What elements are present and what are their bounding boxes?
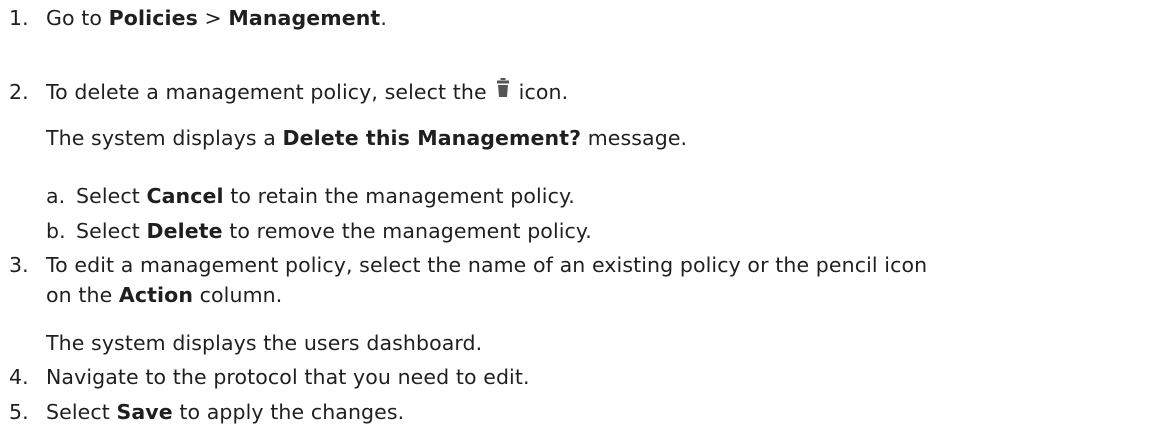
- step-1-text: Go to Policies > Management.: [46, 8, 387, 29]
- step-4-number: 4.: [9, 365, 29, 389]
- step-1-policies-label: Policies: [108, 6, 198, 30]
- substep-b-post: to remove the management policy.: [222, 219, 592, 243]
- substep-b-pre: Select: [76, 219, 147, 243]
- step-3-line-1: To edit a management policy, select the …: [46, 253, 928, 277]
- step-2-result-post: message.: [581, 126, 688, 150]
- step-4-text: Navigate to the protocol that you need t…: [46, 365, 530, 389]
- step-1-number: 1.: [9, 6, 29, 30]
- step-2-pre: To delete a management policy, select th…: [46, 80, 487, 104]
- step-2-result-pre: The system displays a: [46, 126, 283, 150]
- substep-a-cancel-label: Cancel: [146, 184, 224, 208]
- step-2-result: The system displays a Delete this Manage…: [46, 128, 687, 149]
- substep-b-text: Select Delete to remove the management p…: [76, 221, 592, 242]
- step-3-line-2: on the Action column.: [46, 285, 282, 306]
- step-5-save-label: Save: [116, 400, 173, 424]
- step-3-line-2-pre: on the: [46, 283, 119, 307]
- step-1-post: .: [380, 6, 387, 30]
- substep-a-letter: a.: [46, 184, 66, 208]
- step-2-result-message: Delete this Management?: [282, 126, 582, 150]
- step-1-separator: >: [197, 6, 229, 30]
- step-5-post: to apply the changes.: [172, 400, 405, 424]
- step-1-management-label: Management: [228, 6, 381, 30]
- step-3-action-label: Action: [118, 283, 194, 307]
- substep-b-letter: b.: [46, 219, 66, 243]
- step-3-result: The system displays the users dashboard.: [46, 331, 483, 355]
- substep-a-post: to retain the management policy.: [223, 184, 575, 208]
- step-3-number: 3.: [9, 253, 29, 277]
- step-5-number: 5.: [9, 400, 29, 424]
- trash-icon: [496, 78, 509, 98]
- step-5-text: Select Save to apply the changes.: [46, 402, 404, 423]
- substep-b-delete-label: Delete: [146, 219, 223, 243]
- step-3-line-2-post: column.: [193, 283, 283, 307]
- step-2-text: To delete a management policy, select th…: [46, 78, 569, 104]
- step-2-number: 2.: [9, 80, 29, 104]
- step-5-pre: Select: [46, 400, 117, 424]
- step-2-post: icon.: [518, 80, 569, 104]
- step-1-pre: Go to: [46, 6, 109, 30]
- substep-a-pre: Select: [76, 184, 147, 208]
- substep-a-text: Select Cancel to retain the management p…: [76, 186, 575, 207]
